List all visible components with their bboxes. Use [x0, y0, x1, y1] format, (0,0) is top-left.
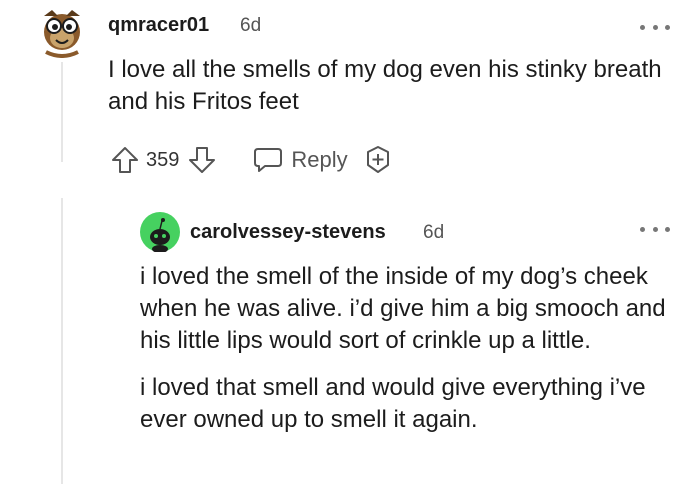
reply-age: 6d: [423, 222, 445, 243]
comment-body: I love all the smells of my dog even his…: [108, 54, 668, 118]
reply-username[interactable]: carolvessey-stevens: [190, 221, 386, 244]
reply-label: Reply: [291, 147, 348, 172]
downvote-button[interactable]: [185, 143, 219, 177]
vote-score: 359: [146, 148, 180, 171]
snoo-avatar-icon[interactable]: [140, 212, 180, 252]
reply-paragraph: i loved that smell and would give everyt…: [140, 374, 646, 433]
downvote-arrow-icon: [189, 147, 216, 173]
upvote-button[interactable]: [108, 143, 142, 177]
speech-bubble-icon: [254, 148, 283, 172]
thread-line[interactable]: [61, 198, 63, 484]
comment-text: I love all the smells of my dog even his…: [108, 56, 662, 115]
comment-thread: qmracer01 6d I love all the smells of my…: [0, 0, 700, 484]
reply-paragraph: i loved the smell of the inside of my do…: [140, 263, 666, 354]
thread-line[interactable]: [61, 62, 63, 162]
reply-button[interactable]: Reply: [253, 146, 348, 174]
reply-body: i loved the smell of the inside of my do…: [140, 261, 675, 436]
cartoon-avatar-icon[interactable]: [38, 2, 86, 58]
upvote-arrow-icon: [112, 147, 138, 173]
more-options-icon[interactable]: [640, 20, 670, 34]
more-options-icon[interactable]: [640, 222, 670, 236]
comment-age: 6d: [240, 15, 262, 36]
comment-actions: 359 Reply: [108, 140, 394, 180]
award-button[interactable]: [362, 144, 394, 176]
award-plus-icon: [366, 146, 389, 173]
comment-username[interactable]: qmracer01: [108, 14, 209, 37]
